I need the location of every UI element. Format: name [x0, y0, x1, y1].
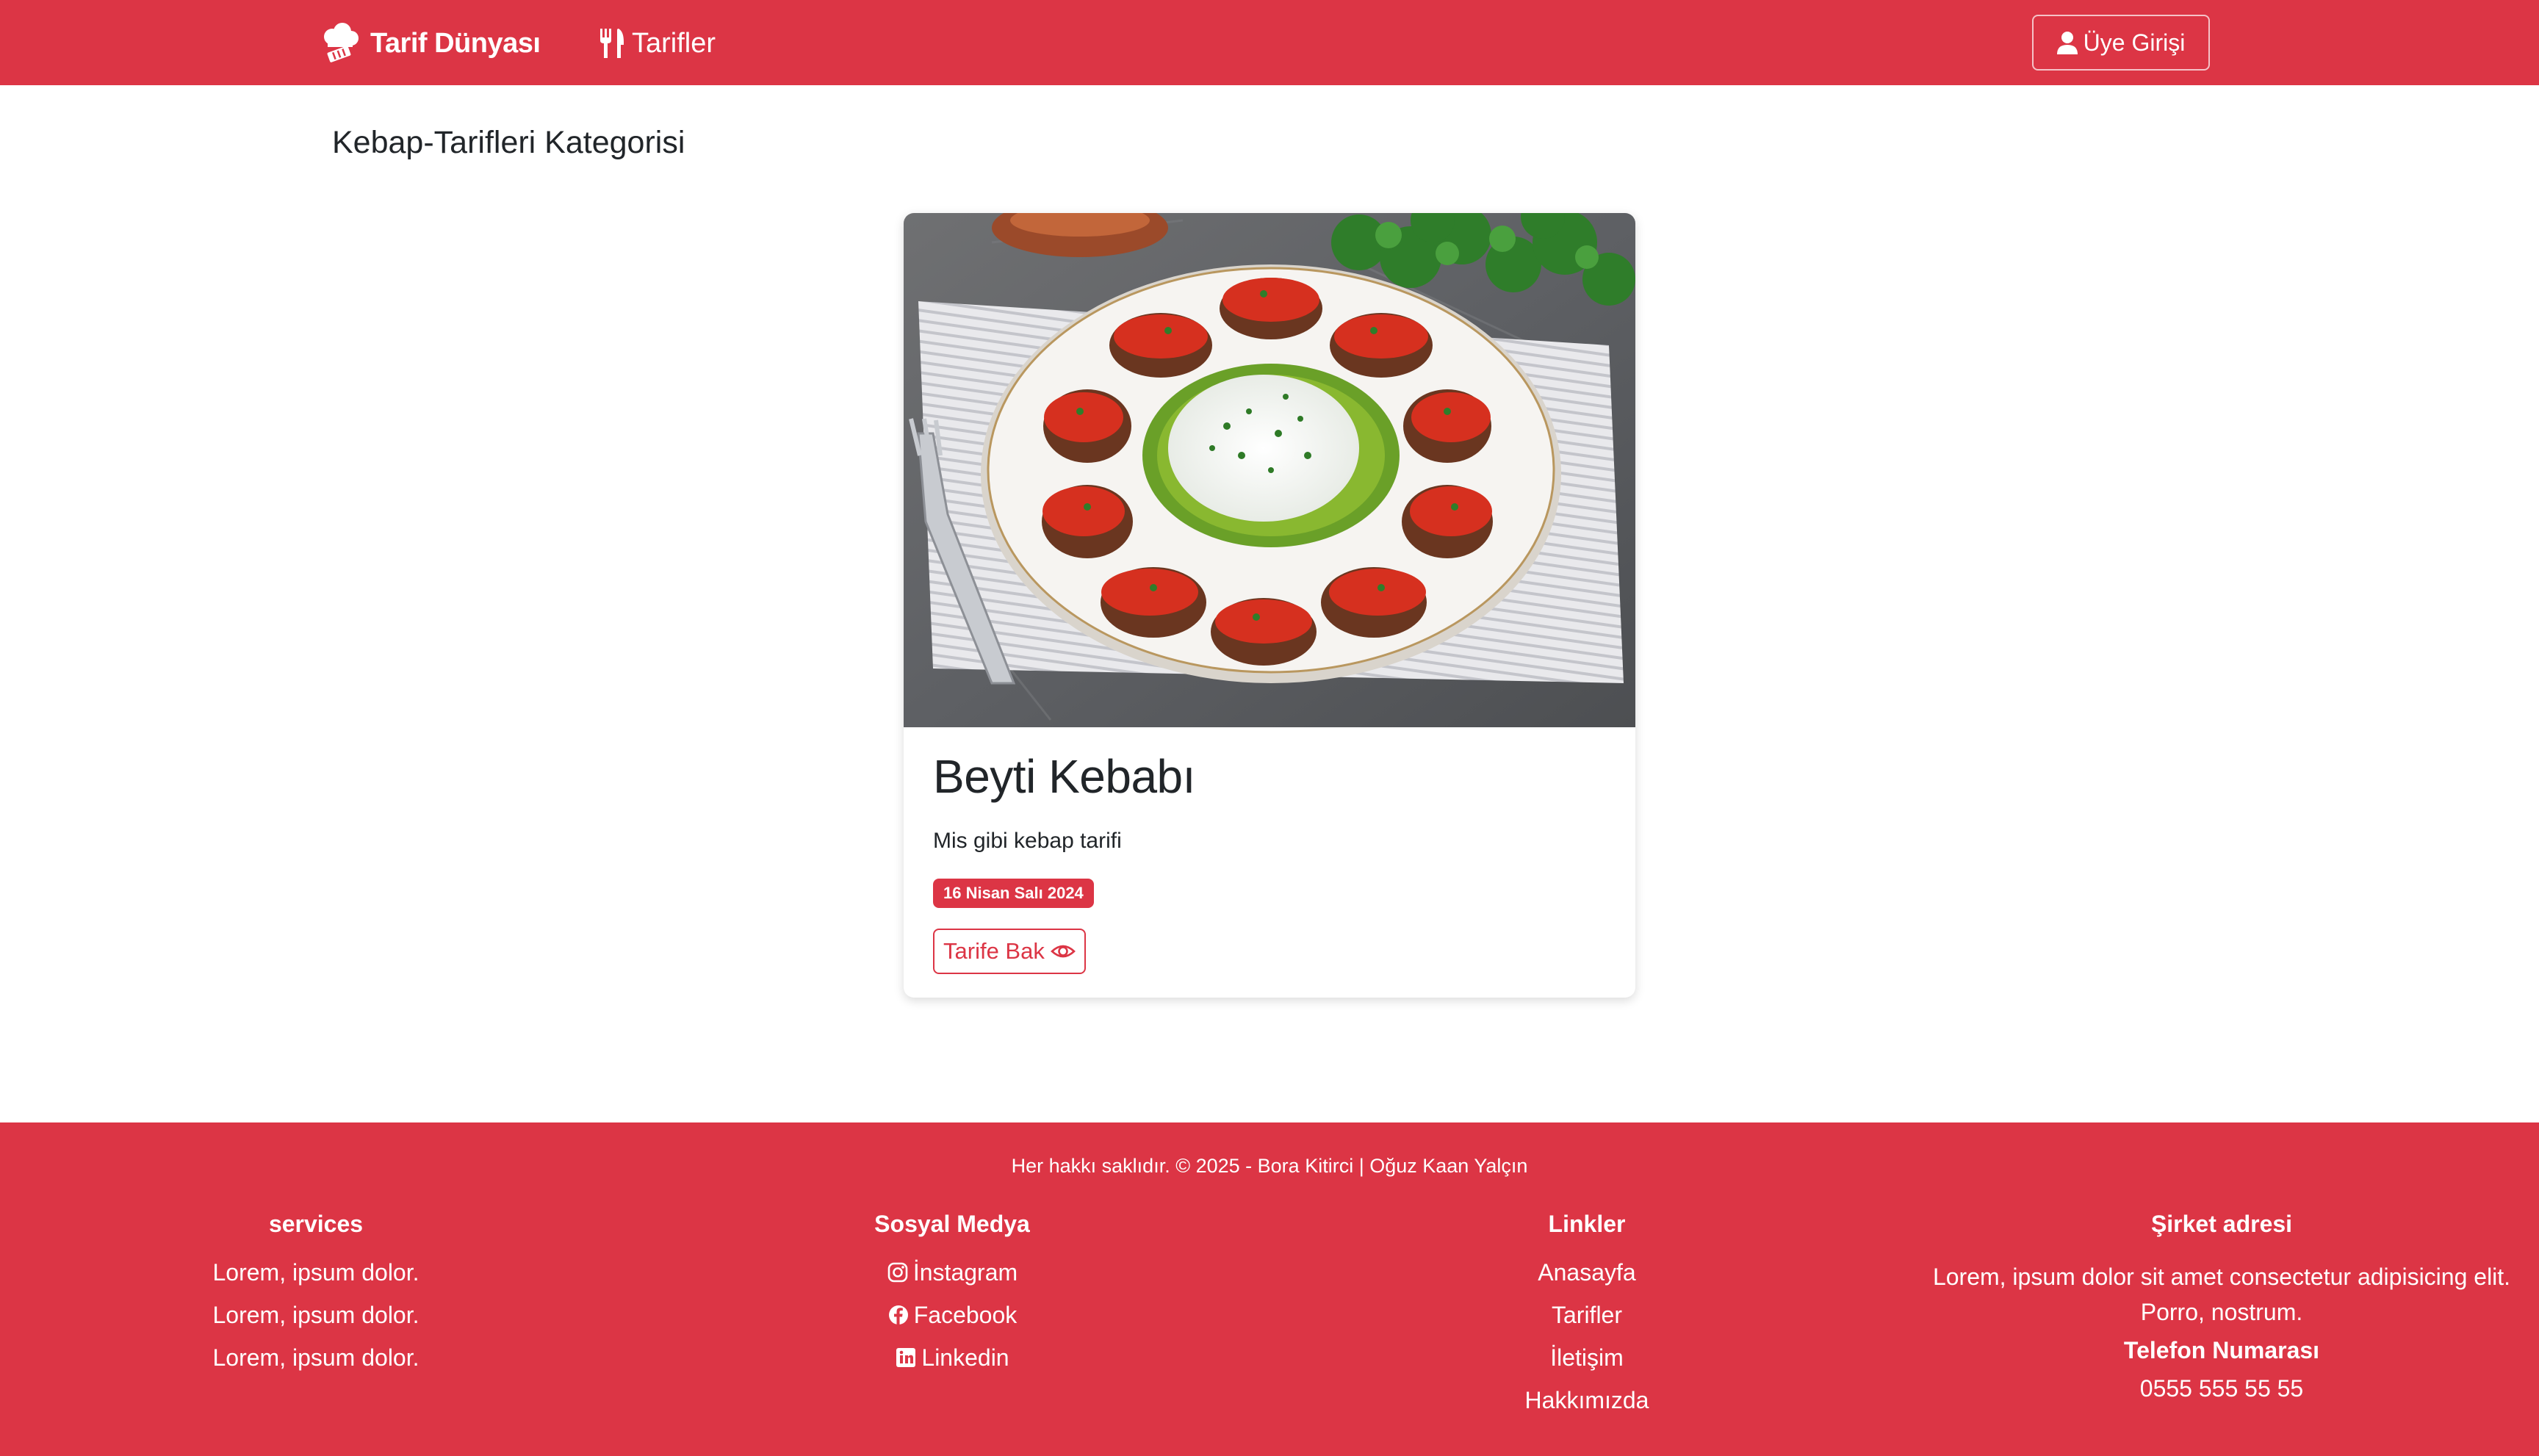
phone-heading: Telefon Numarası — [2123, 1337, 2320, 1363]
footer-service-item[interactable]: Lorem, ipsum dolor. — [132, 1344, 500, 1387]
footer-link-label: Linkedin — [921, 1344, 1009, 1371]
chef-hat-icon — [324, 23, 359, 62]
recipe-title: Beyti Kebabı — [933, 750, 1195, 803]
footer-link-linkedin[interactable]: Linkedin — [768, 1344, 1136, 1387]
footer: Her hakkı saklıdır. © 2025 - Bora Kitirc… — [0, 1122, 2539, 1456]
brand-name: Tarif Dünyası — [370, 27, 541, 59]
phone-number: 0555 555 55 55 — [2139, 1375, 2304, 1402]
footer-service-item[interactable]: Lorem, ipsum dolor. — [132, 1302, 500, 1344]
footer-social-heading: Sosyal Medya — [874, 1211, 1030, 1237]
footer-link-instagram[interactable]: İnstagram — [768, 1259, 1136, 1302]
footer-company-heading: Şirket adresi — [2150, 1211, 2293, 1237]
user-icon — [2056, 32, 2078, 54]
eye-icon — [1050, 945, 1076, 958]
footer-company: Şirket adresi Lorem, ipsum dolor sit ame… — [1898, 1211, 2539, 1402]
footer-services-heading: services — [268, 1211, 364, 1237]
footer-services: services Lorem, ipsum dolor. Lorem, ipsu… — [132, 1211, 500, 1387]
nav-link-label: Tarifler — [632, 27, 716, 59]
company-address: Lorem, ipsum dolor sit amet consectetur … — [1932, 1264, 2511, 1325]
footer-links: Linkler Anasayfa Tarifler İletişim Hakkı… — [1403, 1211, 1771, 1430]
page-title: Kebap-Tarifleri Kategorisi — [332, 125, 685, 160]
login-button-label: Üye Girişi — [2083, 29, 2186, 56]
date-badge: 16 Nisan Salı 2024 — [933, 879, 1094, 908]
footer-link-about[interactable]: Hakkımızda — [1403, 1387, 1771, 1430]
footer-link-recipes[interactable]: Tarifler — [1403, 1302, 1771, 1344]
instagram-icon — [887, 1262, 908, 1283]
view-recipe-button-label: Tarife Bak — [943, 938, 1045, 964]
copyright-text: Her hakkı saklıdır. © 2025 - Bora Kitirc… — [1011, 1155, 1528, 1177]
footer-link-home[interactable]: Anasayfa — [1403, 1259, 1771, 1302]
footer-link-contact[interactable]: İletişim — [1403, 1344, 1771, 1387]
footer-link-facebook[interactable]: Facebook — [768, 1302, 1136, 1344]
linkedin-icon — [896, 1348, 916, 1367]
recipe-card: Beyti Kebabı Mis gibi kebap tarifi 16 Ni… — [904, 213, 1635, 998]
login-button[interactable]: Üye Girişi — [2032, 15, 2210, 71]
nav-link-recipes[interactable]: Tarifler — [598, 22, 716, 65]
footer-link-label: Facebook — [913, 1302, 1018, 1328]
footer-social: Sosyal Medya İnstagram Facebook Linkedin — [768, 1211, 1136, 1387]
footer-link-label: İnstagram — [912, 1259, 1018, 1286]
navbar: Tarif Dünyası Tarifler Üye Girişi — [0, 0, 2539, 85]
recipe-description: Mis gibi kebap tarifi — [933, 829, 1122, 853]
view-recipe-button[interactable]: Tarife Bak — [933, 929, 1086, 974]
utensils-icon — [600, 29, 624, 58]
facebook-icon — [888, 1305, 908, 1325]
footer-service-item[interactable]: Lorem, ipsum dolor. — [132, 1259, 500, 1302]
brand-link[interactable]: Tarif Dünyası — [319, 22, 541, 65]
footer-links-heading: Linkler — [1548, 1211, 1626, 1237]
recipe-image — [904, 213, 1635, 727]
